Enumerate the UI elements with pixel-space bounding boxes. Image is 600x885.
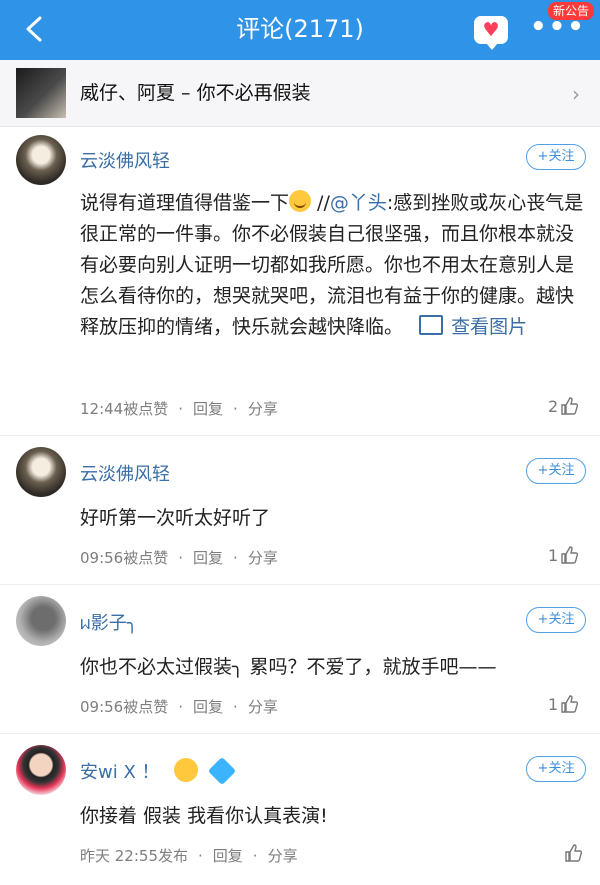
song-title: 威仔、阿夏 – 你不必再假装 xyxy=(80,82,311,104)
reply-button[interactable]: 回复 xyxy=(213,847,243,865)
share-button[interactable]: 分享 xyxy=(268,847,298,865)
comment-text: 好听第一次听太好听了 xyxy=(80,507,271,529)
separator: · xyxy=(178,698,184,716)
reply-button[interactable]: 回复 xyxy=(193,698,223,716)
top-bar: 评论(2171) ♥ ••• 新公告 xyxy=(0,0,600,60)
like-button[interactable] xyxy=(562,844,582,863)
username[interactable]: 云淡佛风轻 xyxy=(80,147,170,173)
comment-time: 09:56被点赞 xyxy=(80,698,169,716)
grin-emoji-icon xyxy=(289,190,312,212)
reply-button[interactable]: 回复 xyxy=(193,400,223,418)
separator: · xyxy=(233,400,238,418)
comment-time: 09:56被点赞 xyxy=(80,549,169,567)
comment-text-separator: // xyxy=(311,192,330,214)
thumbs-up-icon xyxy=(565,844,582,862)
comment-text: 你接着 假装 我看你认真表演! xyxy=(80,805,328,827)
avatar[interactable] xyxy=(16,135,66,185)
separator: · xyxy=(233,549,238,567)
separator: · xyxy=(178,549,184,567)
thumbs-up-icon xyxy=(561,397,579,415)
username[interactable]: 云淡佛风轻 xyxy=(80,460,170,486)
avatar[interactable] xyxy=(16,447,66,497)
heart-button[interactable]: ♥ xyxy=(474,16,508,50)
follow-button[interactable]: +关注 xyxy=(526,458,586,484)
like-button[interactable]: 2 xyxy=(548,397,579,416)
separator: · xyxy=(252,847,258,865)
comment-item: 安wi X ！ +关注 你接着 假装 我看你认真表演! 昨天 22:55发布 · 回… xyxy=(0,734,600,885)
comment-text: 你也不必太过假装╮ 累吗？不爱了，就放手吧—— xyxy=(80,656,497,678)
heart-icon: ♥ xyxy=(482,19,500,41)
comment-meta: 12:44被点赞 · 回复 · 分享 xyxy=(80,398,278,419)
view-image-label: 查看图片 xyxy=(451,316,528,338)
image-icon xyxy=(419,315,444,335)
comment-time: 昨天 22:55发布 xyxy=(80,847,188,865)
share-button[interactable]: 分享 xyxy=(248,400,278,418)
like-count: 1 xyxy=(548,546,559,565)
view-image-link[interactable]: 查看图片 xyxy=(419,315,528,338)
thumbs-up-icon xyxy=(561,546,579,564)
share-button[interactable]: 分享 xyxy=(248,549,278,567)
like-button[interactable]: 1 xyxy=(548,695,579,714)
like-button[interactable]: 1 xyxy=(548,546,579,565)
separator: · xyxy=(233,698,238,716)
song-cover-image xyxy=(16,68,66,118)
follow-button[interactable]: +关注 xyxy=(526,756,586,782)
avatar[interactable] xyxy=(16,596,66,646)
username[interactable]: 安wi X ！ xyxy=(80,756,236,786)
separator: · xyxy=(198,847,203,865)
comment-meta: 09:56被点赞 · 回复 · 分享 xyxy=(80,696,278,717)
comment-item: 云淡佛风轻 +关注 好听第一次听太好听了 09:56被点赞 · 回复 · 分享 1 xyxy=(0,436,600,585)
username-label: 安wi X ！ xyxy=(80,762,160,783)
comment-time: 12:44被点赞 xyxy=(80,400,169,418)
thumbs-up-icon xyxy=(561,695,579,713)
comment-item: 云淡佛风轻 +关注 说得有道理值得借鉴一下 //@丫头:感到挫败或灰心丧气是很正… xyxy=(0,127,600,436)
announcement-badge[interactable]: 新公告 xyxy=(548,2,595,20)
comment-text-part: 说得有道理值得借鉴一下 xyxy=(80,192,290,214)
separator: · xyxy=(178,400,184,418)
comment-meta: 昨天 22:55发布 · 回复 · 分享 xyxy=(80,845,298,866)
share-button[interactable]: 分享 xyxy=(248,698,278,716)
comment-meta: 09:56被点赞 · 回复 · 分享 xyxy=(80,547,278,568)
mention-link[interactable]: @丫头 xyxy=(330,192,387,214)
chevron-right-icon: › xyxy=(572,82,580,106)
username[interactable]: ᥕ影子╮ xyxy=(80,609,138,635)
reply-button[interactable]: 回复 xyxy=(193,549,223,567)
page-title: 评论(2171) xyxy=(236,15,364,43)
comment-item: ᥕ影子╮ +关注 你也不必太过假装╮ 累吗？不爱了，就放手吧—— 09:56被点… xyxy=(0,585,600,734)
follow-button[interactable]: +关注 xyxy=(526,144,586,170)
like-count: 2 xyxy=(548,397,559,416)
comment-text: 说得有道理值得借鉴一下 //@丫头:感到挫败或灰心丧气是很正常的一件事。你不必假… xyxy=(80,188,590,343)
diamond-icon xyxy=(207,756,236,786)
avatar[interactable] xyxy=(16,745,66,795)
like-count: 1 xyxy=(548,695,559,714)
sad-emoji-icon xyxy=(173,758,198,782)
song-row[interactable]: 威仔、阿夏 – 你不必再假装 › xyxy=(0,60,600,127)
follow-button[interactable]: +关注 xyxy=(526,607,586,633)
